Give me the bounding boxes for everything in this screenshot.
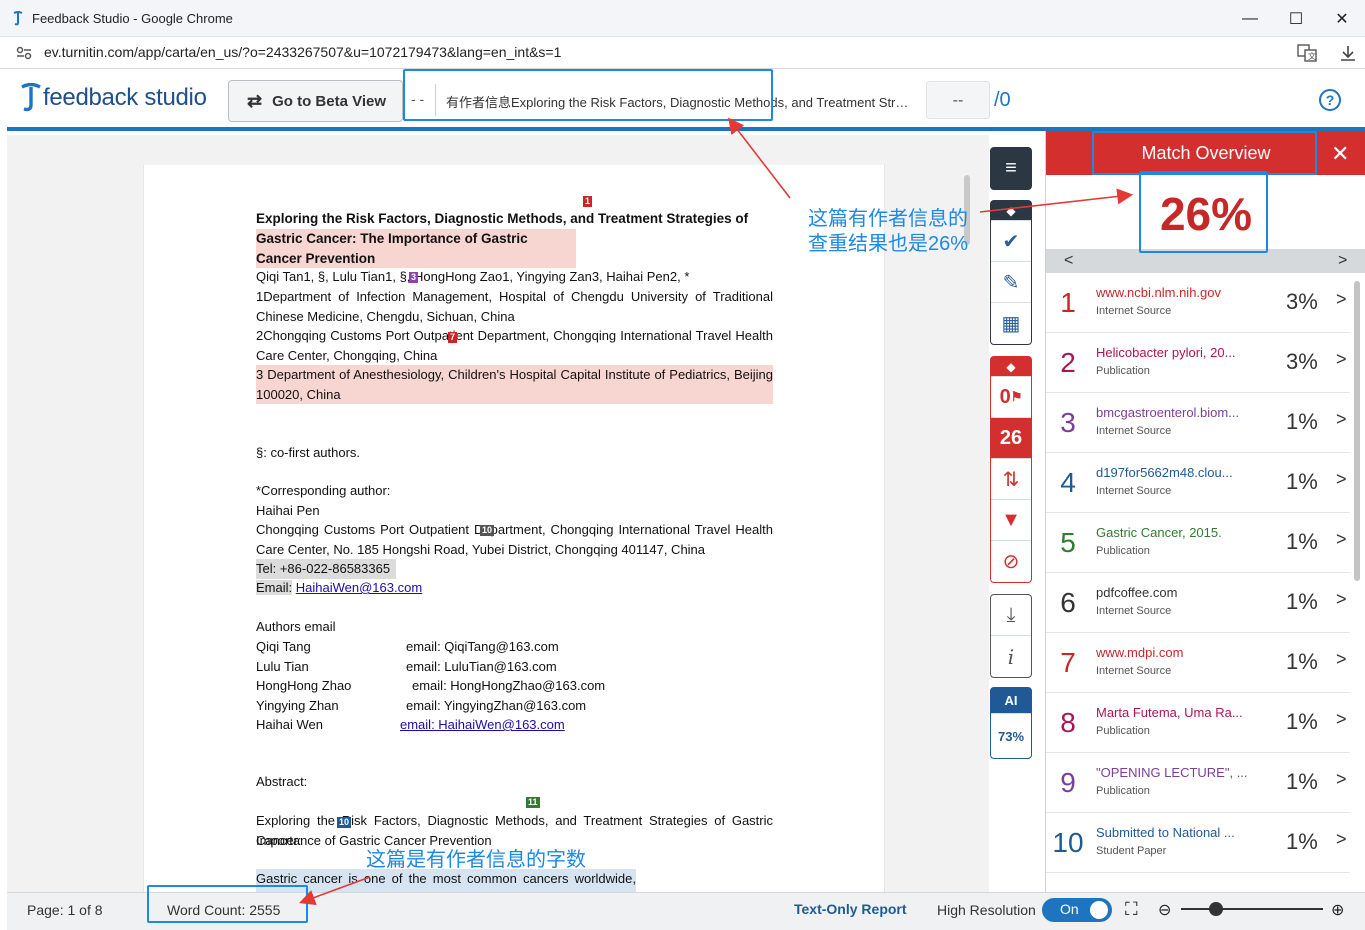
annotation-arrows — [298, 117, 1134, 906]
